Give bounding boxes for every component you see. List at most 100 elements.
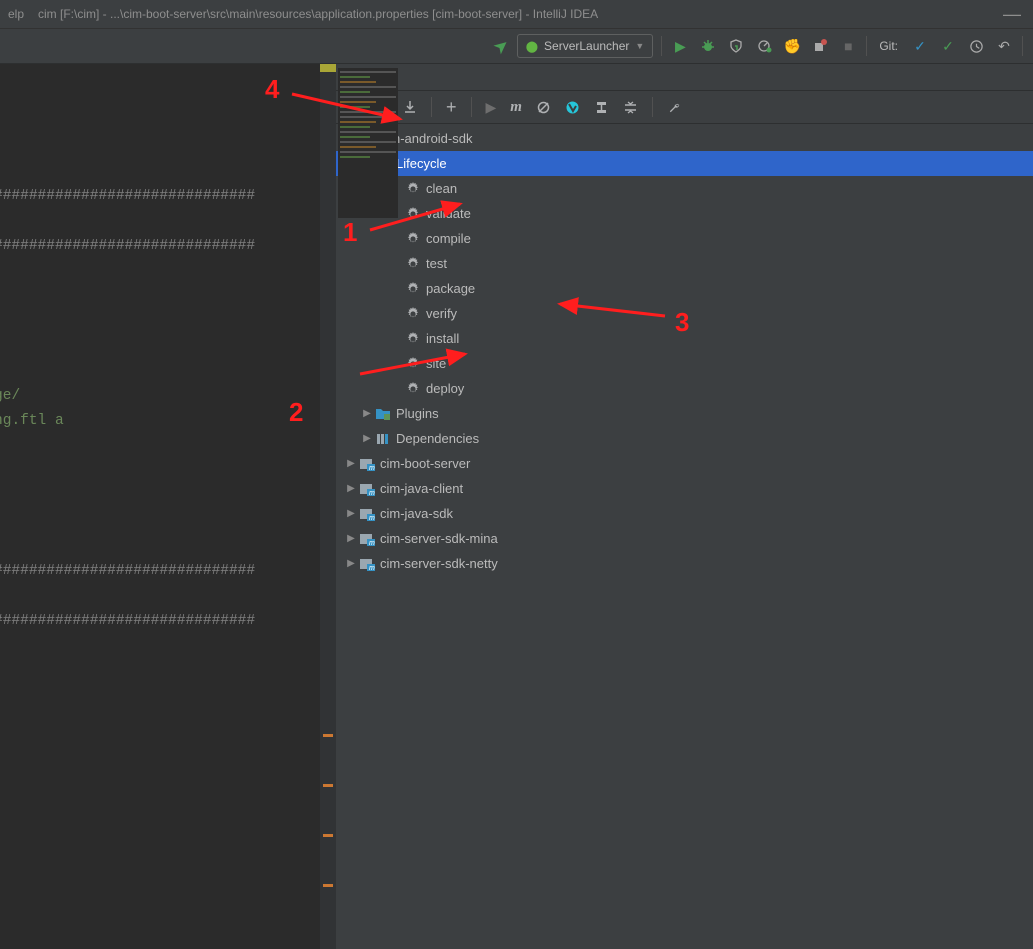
lifecycle-goal-clean[interactable]: clean: [336, 176, 1033, 201]
node-label: Dependencies: [396, 431, 479, 446]
panel-title: Maven: [336, 64, 1033, 91]
node-label: test: [426, 256, 447, 271]
svg-text:m: m: [369, 540, 375, 546]
stop-button[interactable]: ■: [838, 36, 858, 56]
editor-pane[interactable]: ########################################…: [0, 64, 336, 949]
chevron-right-icon: ▶: [360, 433, 374, 444]
editor-minimap[interactable]: [338, 68, 398, 218]
maven-panel: Maven + ▶ m ▼ m cim-android-sdk ▼: [336, 64, 1033, 949]
gear-icon: [404, 181, 422, 197]
gear-icon: [404, 331, 422, 347]
node-label: verify: [426, 306, 457, 321]
chevron-right-icon: ▶: [344, 483, 358, 494]
gear-icon: [404, 381, 422, 397]
toggle-offline-icon[interactable]: [565, 100, 580, 115]
node-label: install: [426, 331, 459, 346]
svg-text:m: m: [369, 465, 375, 471]
profiler-button[interactable]: [754, 36, 774, 56]
maven-module-icon: m: [358, 506, 376, 522]
git-history-icon[interactable]: [966, 36, 986, 56]
folder-icon: [374, 406, 392, 422]
maven-tree[interactable]: ▼ m cim-android-sdk ▼ Lifecycle clean val…: [336, 124, 1033, 949]
undo-icon[interactable]: ↶: [994, 36, 1014, 56]
minimize-button[interactable]: —: [999, 7, 1025, 21]
maven-module-icon: m: [358, 456, 376, 472]
lifecycle-goal-install[interactable]: install: [336, 326, 1033, 351]
toggle-skip-tests-icon[interactable]: [536, 100, 551, 115]
chevron-right-icon: ▶: [344, 508, 358, 519]
dependencies-folder[interactable]: ▶ Dependencies: [336, 426, 1033, 451]
git-label: Git:: [879, 39, 898, 53]
run-config-selector[interactable]: ⬤ ServerLauncher ▼: [517, 34, 654, 58]
stop-with-indicator-button[interactable]: [810, 36, 830, 56]
show-dependencies-icon[interactable]: [594, 100, 609, 115]
maven-toolbar: + ▶ m: [336, 91, 1033, 124]
separator: [1022, 36, 1023, 56]
node-label: package: [426, 281, 475, 296]
lifecycle-goal-package[interactable]: package: [336, 276, 1033, 301]
svg-text:m: m: [369, 515, 375, 521]
collapse-all-icon[interactable]: [623, 100, 638, 115]
add-project-icon[interactable]: +: [446, 97, 457, 118]
settings-icon[interactable]: [667, 100, 682, 115]
run-config-label: ServerLauncher: [544, 39, 629, 53]
libraries-icon: [374, 431, 392, 447]
chevron-right-icon: ▶: [360, 408, 374, 419]
plugins-folder[interactable]: ▶ Plugins: [336, 401, 1033, 426]
run-goal-icon[interactable]: ▶: [486, 99, 497, 116]
git-update-icon[interactable]: ✓: [910, 36, 930, 56]
lifecycle-folder[interactable]: ▼ Lifecycle: [336, 151, 1033, 176]
module-cim-java-client[interactable]: ▶ m cim-java-client: [336, 476, 1033, 501]
maven-module-icon: m: [358, 556, 376, 572]
lifecycle-goal-validate[interactable]: validate: [336, 201, 1033, 226]
separator: [866, 36, 867, 56]
warning-stripe: [320, 64, 336, 72]
node-label: cim-server-sdk-mina: [380, 531, 498, 546]
lifecycle-goal-compile[interactable]: compile: [336, 226, 1033, 251]
separator: [661, 36, 662, 56]
lifecycle-goal-site[interactable]: site: [336, 351, 1033, 376]
node-label: deploy: [426, 381, 464, 396]
concurrency-button[interactable]: ✊: [782, 36, 802, 56]
build-arrow-icon[interactable]: ➤: [489, 33, 514, 59]
debug-button[interactable]: [698, 36, 718, 56]
gear-icon: [404, 231, 422, 247]
git-commit-icon[interactable]: ✓: [938, 36, 958, 56]
chevron-right-icon: ▶: [344, 558, 358, 569]
gear-icon: [404, 281, 422, 297]
node-label: Plugins: [396, 406, 439, 421]
module-cim-server-sdk-mina[interactable]: ▶mcim-server-sdk-mina: [336, 526, 1033, 551]
gear-icon: [404, 256, 422, 272]
node-label: clean: [426, 181, 457, 196]
node-label: compile: [426, 231, 471, 246]
menu-help[interactable]: elp: [8, 7, 24, 21]
svg-text:m: m: [369, 490, 375, 496]
coverage-button[interactable]: [726, 36, 746, 56]
node-label: site: [426, 356, 446, 371]
lifecycle-goal-verify[interactable]: verify: [336, 301, 1033, 326]
chevron-right-icon: ▶: [344, 458, 358, 469]
download-sources-icon[interactable]: [403, 100, 417, 114]
gear-icon: [404, 356, 422, 372]
maven-module-icon: m: [358, 481, 376, 497]
maven-module-icon: m: [358, 531, 376, 547]
module-cim-android-sdk[interactable]: ▼ m cim-android-sdk: [336, 126, 1033, 151]
node-label: cim-java-client: [380, 481, 463, 496]
node-label: cim-java-sdk: [380, 506, 453, 521]
node-label: Lifecycle: [396, 156, 447, 171]
editor-gutter: [320, 64, 336, 949]
svg-text:m: m: [369, 565, 375, 571]
main-toolbar: ➤ ⬤ ServerLauncher ▼ ▶ ✊ ■ Git: ✓ ✓ ↶: [0, 29, 1033, 64]
gear-icon: [404, 206, 422, 222]
window-title: cim [F:\cim] - ...\cim-boot-server\src\m…: [38, 7, 999, 21]
spring-boot-icon: ⬤: [526, 40, 538, 53]
module-cim-java-sdk[interactable]: ▶ m cim-java-sdk: [336, 501, 1033, 526]
run-button[interactable]: ▶: [670, 36, 690, 56]
module-cim-server-sdk-netty[interactable]: ▶mcim-server-sdk-netty: [336, 551, 1033, 576]
window-titlebar: elp cim [F:\cim] - ...\cim-boot-server\s…: [0, 0, 1033, 29]
lifecycle-goal-test[interactable]: test: [336, 251, 1033, 276]
code-content: ########################################…: [0, 64, 255, 784]
lifecycle-goal-deploy[interactable]: deploy: [336, 376, 1033, 401]
execute-goal-icon[interactable]: m: [510, 99, 522, 116]
module-cim-boot-server[interactable]: ▶mcim-boot-server: [336, 451, 1033, 476]
